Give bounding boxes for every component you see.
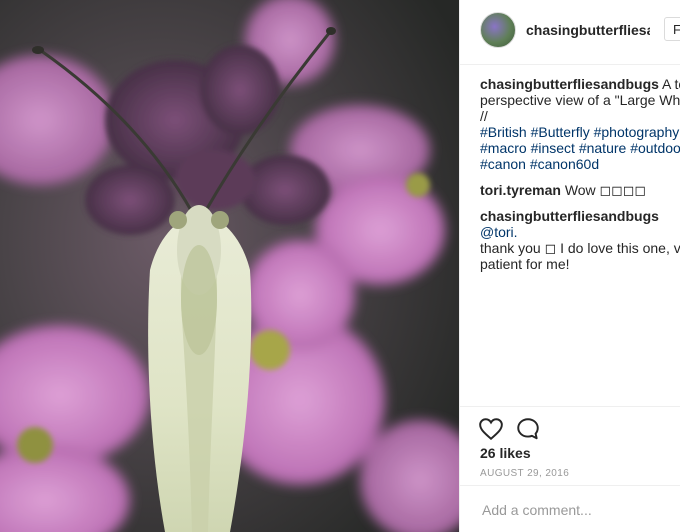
comments-section: chasingbutterfliesandbugs A top perspect… [480, 76, 680, 282]
follow-button[interactable]: Fo [664, 17, 680, 41]
comment-bubble-icon[interactable] [515, 416, 541, 442]
avatar[interactable] [480, 12, 516, 48]
comment-author[interactable]: tori.tyreman [480, 182, 561, 198]
likes-count[interactable]: 26 likes [480, 445, 531, 461]
post-details-panel: chasingbutterfliesar Fo chasingbutterfli… [459, 0, 680, 532]
hashtag[interactable]: #photography [594, 124, 680, 140]
comment-author[interactable]: chasingbutterfliesandbugs [480, 208, 659, 224]
caption-author[interactable]: chasingbutterfliesandbugs [480, 76, 659, 92]
butterfly-photo-illustration [0, 0, 459, 532]
caption-text-3: // [480, 108, 488, 124]
comment-text: Wow ◻◻◻◻ [564, 182, 647, 198]
hashtag[interactable]: #nature [579, 140, 626, 156]
hashtag[interactable]: #insect [531, 140, 575, 156]
hashtag[interactable]: #outdoo [630, 140, 680, 156]
mention-link[interactable]: @tori. [480, 224, 518, 240]
caption-text-2: perspective view of a "Large Whit [480, 92, 680, 108]
post-photo[interactable] [0, 0, 459, 532]
post-header: chasingbutterfliesar Fo [460, 0, 680, 65]
comment-text-1: thank you ◻ I do love this one, ve [480, 240, 680, 256]
comment-text-2: patient for me! [480, 256, 570, 272]
add-comment-input[interactable] [480, 501, 674, 519]
hashtag[interactable]: #Butterfly [531, 124, 590, 140]
comment-item: chasingbutterfliesandbugs @tori. thank y… [480, 208, 680, 272]
hashtag[interactable]: #British [480, 124, 527, 140]
comment-item: tori.tyreman Wow ◻◻◻◻ [480, 182, 680, 198]
add-comment-bar [460, 485, 680, 532]
username-link[interactable]: chasingbutterfliesar [526, 22, 650, 38]
caption-text-1: A top [662, 76, 680, 92]
post-actions: 26 likes AUGUST 29, 2016 [460, 406, 680, 532]
caption: chasingbutterfliesandbugs A top perspect… [480, 76, 680, 172]
heart-icon[interactable] [478, 416, 504, 442]
hashtag[interactable]: #canon [480, 156, 526, 172]
post-date: AUGUST 29, 2016 [480, 468, 570, 479]
hashtag[interactable]: #macro [480, 140, 527, 156]
hashtag[interactable]: #canon60d [530, 156, 599, 172]
